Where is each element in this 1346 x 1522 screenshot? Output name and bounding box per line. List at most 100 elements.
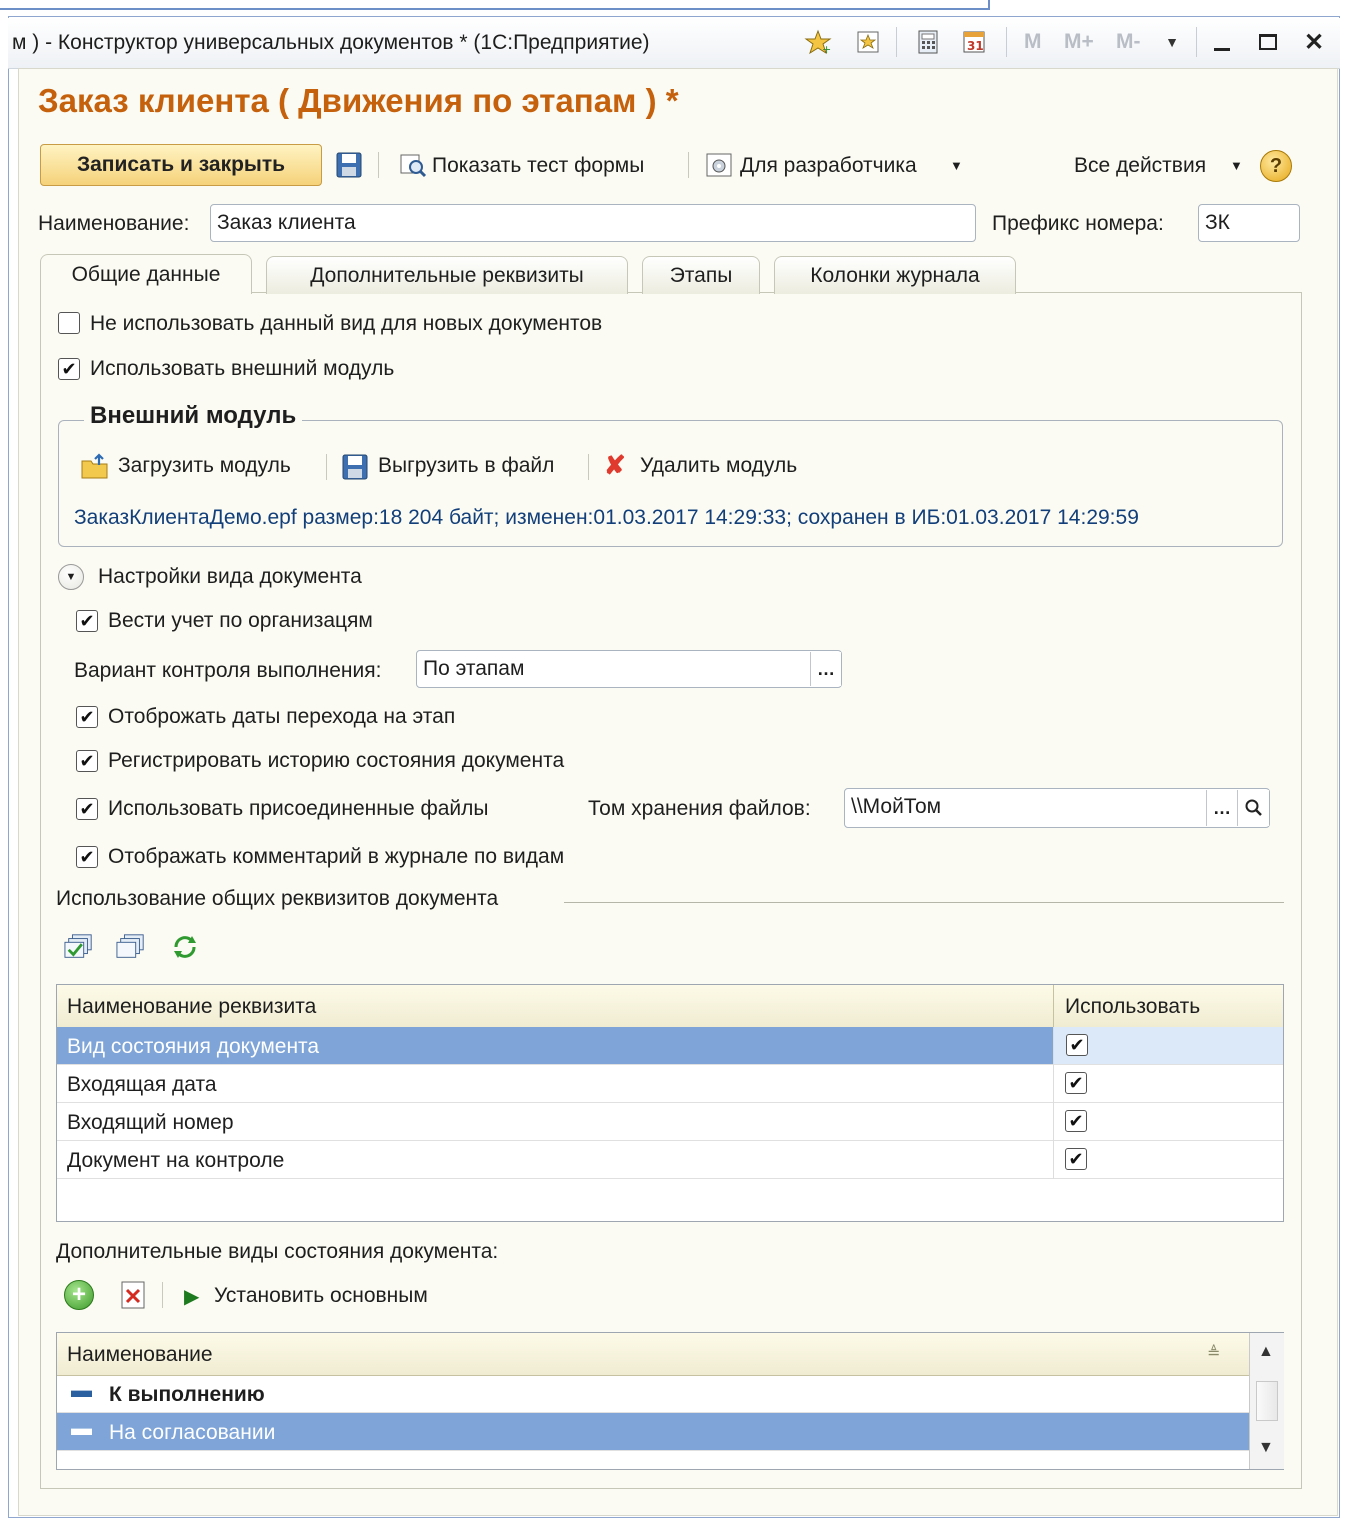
column-divider [1053, 985, 1054, 1027]
scroll-down-icon[interactable]: ▼ [1258, 1439, 1274, 1457]
history-checkbox[interactable]: ✔ [76, 750, 98, 772]
toolbar-separator [588, 454, 589, 480]
use-external-checkbox[interactable]: ✔ [58, 358, 80, 380]
developer-menu[interactable]: Для разработчика [740, 154, 917, 178]
by-org-checkbox[interactable]: ✔ [76, 610, 98, 632]
close-icon[interactable]: ✕ [1300, 28, 1328, 56]
row-name: Документ на контроле [67, 1149, 285, 1172]
show-test-button[interactable]: Показать тест формы [432, 154, 644, 178]
chevron-down-icon: ▼ [950, 158, 963, 173]
background-window-edge [0, 0, 990, 10]
tab-label: Колонки журнала [810, 263, 980, 287]
toolbar-separator [326, 454, 327, 480]
extra-states-table: Наименование ≜ ▬ К выполнению ▬ На согла… [56, 1332, 1284, 1470]
table-row[interactable]: Входящая дата ✔ [57, 1065, 1283, 1103]
list-item[interactable]: ▬ К выполнению [57, 1375, 1249, 1413]
use-checkbox[interactable]: ✔ [1066, 1034, 1088, 1056]
control-variant-label: Вариант контроля выполнения: [74, 659, 382, 682]
show-dates-checkbox[interactable]: ✔ [76, 706, 98, 728]
table-row[interactable]: Вид состояния документа [57, 1027, 1053, 1065]
tab-general[interactable]: Общие данные [40, 254, 252, 294]
control-variant-field[interactable]: По этапам [416, 650, 842, 688]
memory-m-button[interactable]: M [1024, 30, 1042, 54]
table-row[interactable]: Документ на контроле ✔ [57, 1141, 1283, 1179]
memory-plus-button[interactable]: M+ [1064, 30, 1094, 54]
check-all-icon[interactable] [64, 932, 94, 962]
refresh-icon[interactable] [170, 932, 200, 962]
delete-module-button[interactable]: Удалить модуль [640, 454, 797, 478]
use-checkbox[interactable]: ✔ [1065, 1072, 1087, 1094]
add-icon[interactable]: + [64, 1280, 94, 1310]
play-arrow-icon: ▶ [184, 1286, 200, 1308]
column-header-use[interactable]: Использовать [1065, 995, 1200, 1019]
table-header: Наименование ≜ [57, 1333, 1249, 1376]
tab-journal-columns[interactable]: Колонки журнала [774, 256, 1016, 294]
scrollbar[interactable]: ▲ ▼ [1249, 1333, 1284, 1469]
row-name: К выполнению [109, 1383, 265, 1406]
extra-states-title: Дополнительные виды состояния документа: [56, 1240, 499, 1263]
attributes-title: Использование общих реквизитов документа [56, 887, 499, 910]
calculator-icon[interactable] [914, 28, 942, 56]
help-icon[interactable]: ? [1260, 150, 1292, 182]
row-name: На согласовании [109, 1421, 276, 1444]
unload-to-file-button[interactable]: Выгрузить в файл [378, 454, 554, 478]
set-main-button[interactable]: Установить основным [214, 1284, 428, 1308]
attributes-table: Наименование реквизита Использовать Вид … [56, 984, 1284, 1222]
prefix-field[interactable]: ЗК [1198, 204, 1300, 242]
module-info: ЗаказКлиентаДемо.epf размер:18 204 байт;… [74, 506, 1139, 529]
folder-upload-icon [80, 452, 110, 482]
delete-icon: ✘ [604, 450, 626, 480]
all-actions-menu[interactable]: Все действия [1074, 154, 1206, 178]
calendar-icon[interactable]: 31 [960, 28, 988, 56]
select-button[interactable]: … [1206, 790, 1237, 826]
tab-label: Этапы [669, 263, 733, 287]
save-icon[interactable] [334, 150, 364, 180]
minimize-icon[interactable] [1208, 28, 1236, 56]
toolbar-separator [162, 1282, 163, 1308]
toolbar-separator [378, 152, 379, 178]
dash-icon: ▬ [71, 1379, 92, 1402]
dash-icon: ▬ [71, 1417, 92, 1440]
sort-icon[interactable]: ≜ [1207, 1343, 1220, 1363]
use-external-label: Использовать внешний модуль [90, 357, 395, 380]
maximize-icon[interactable] [1254, 28, 1282, 56]
toolbar-separator [896, 27, 897, 57]
list-item[interactable]: ▬ На согласовании [57, 1413, 1249, 1451]
uncheck-all-icon[interactable] [116, 932, 146, 962]
show-dates-label: Отоброжать даты перехода на этап [108, 705, 456, 728]
svg-text:+: + [822, 43, 831, 55]
attached-files-checkbox[interactable]: ✔ [76, 798, 98, 820]
search-icon[interactable] [1237, 790, 1269, 826]
comment-label: Отображать комментарий в журнале по вида… [108, 845, 565, 868]
table-row[interactable]: Входящий номер ✔ [57, 1103, 1283, 1141]
dropdown-arrow-icon[interactable]: ▼ [1158, 28, 1186, 56]
scroll-up-icon[interactable]: ▲ [1258, 1343, 1274, 1361]
collapse-toggle-icon[interactable]: ▼ [58, 564, 84, 590]
load-module-button[interactable]: Загрузить модуль [118, 454, 291, 478]
column-header-name[interactable]: Наименование [67, 1343, 213, 1367]
name-field[interactable]: Заказ клиента [210, 204, 976, 242]
save-and-close-label: Записать и закрыть [76, 153, 286, 176]
delete-row-icon[interactable] [118, 1280, 148, 1310]
select-button[interactable]: … [810, 652, 841, 686]
show-test-icon [398, 150, 428, 180]
use-checkbox[interactable]: ✔ [1065, 1110, 1087, 1132]
use-checkbox[interactable]: ✔ [1065, 1148, 1087, 1170]
no-use-new-checkbox[interactable] [58, 312, 80, 334]
table-header: Наименование реквизита Использовать [57, 985, 1283, 1028]
save-and-close-button[interactable]: Записать и закрыть [40, 144, 322, 186]
memory-minus-button[interactable]: M- [1116, 30, 1141, 54]
chevron-down-icon: ▼ [1230, 158, 1243, 173]
row-name: Входящая дата [67, 1073, 217, 1096]
tab-stages[interactable]: Этапы [642, 256, 760, 294]
favorites-add-icon[interactable]: + [804, 28, 832, 56]
row-name: Входящий номер [67, 1111, 234, 1134]
comment-checkbox[interactable]: ✔ [76, 846, 98, 868]
favorites-icon[interactable] [854, 28, 882, 56]
toolbar-separator [1006, 27, 1007, 57]
tab-extra-attributes[interactable]: Дополнительные реквизиты [266, 256, 628, 294]
save-to-file-icon [340, 452, 370, 482]
scroll-thumb[interactable] [1256, 1381, 1278, 1421]
column-header-name[interactable]: Наименование реквизита [67, 995, 316, 1019]
form-title: Заказ клиента ( Движения по этапам ) * [38, 82, 679, 119]
